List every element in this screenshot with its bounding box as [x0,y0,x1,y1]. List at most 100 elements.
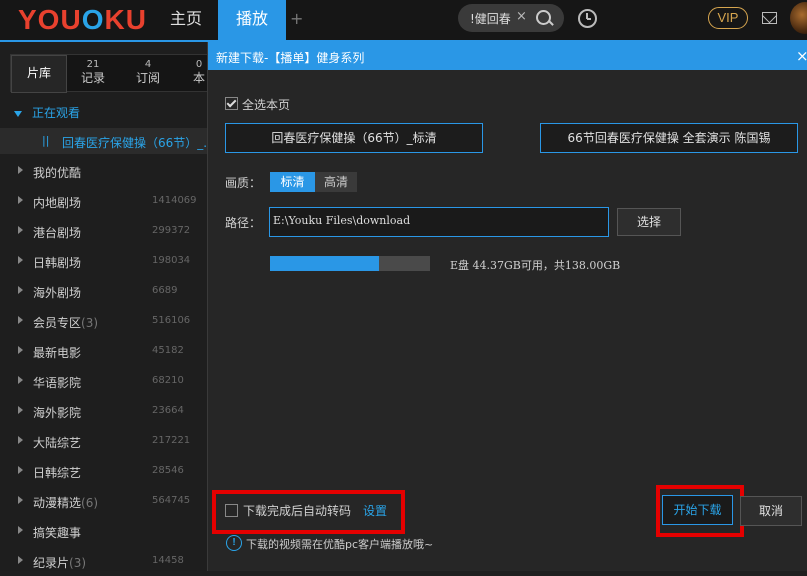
category-name: 纪录片 [33,556,70,570]
category-name: 内地剧场 [33,196,82,210]
sidebar-category[interactable]: 华语影院 68210 [0,366,207,396]
category-name: 海外剧场 [33,286,82,300]
category-name: 海外影院 [33,406,82,420]
category-name: 最新电影 [33,346,82,360]
quality-sd-option[interactable]: 标清 [270,172,315,192]
now-watching-item[interactable]: || 回春医疗保健操（66节）_... [0,128,215,154]
category-label: 日韩剧场 [33,254,81,271]
chevron-right-icon [18,226,23,234]
nav-play-tab[interactable]: 播放 [218,0,286,40]
tab-subscriptions[interactable]: 4 订阅 [123,55,173,91]
tab-library-label: 片库 [26,66,51,80]
chevron-right-icon [18,256,23,264]
chevron-right-icon [18,436,23,444]
sidebar-category[interactable]: 港台剧场 299372 [0,216,207,246]
category-total: 299372 [152,225,191,236]
avatar[interactable] [790,2,807,34]
category-name: 华语影院 [33,376,82,390]
sidebar-category[interactable]: 我的优酷 [0,156,207,186]
tab-history-count: 21 [86,59,100,70]
category-total: 23664 [152,405,184,416]
chevron-right-icon [18,316,23,324]
history-clock-icon[interactable] [578,9,597,28]
disk-usage-fill [270,256,379,271]
category-label: 搞笑趣事 [33,524,81,541]
nav-home-tab[interactable]: 主页 [156,0,216,40]
category-total: 217221 [152,435,191,446]
chevron-right-icon [18,526,23,534]
mail-icon[interactable] [762,12,777,24]
category-total: 14458 [152,555,184,566]
sidebar-category[interactable]: 搞笑趣事 [0,516,207,546]
chevron-right-icon [18,496,23,504]
sidebar-tabs: 片库 21 记录 4 订阅 0本 [10,54,212,93]
now-watching-title: 回春医疗保健操（66节）_... [62,136,215,150]
category-name: 港台剧场 [33,226,82,240]
tab-history[interactable]: 21 记录 [69,55,117,91]
start-download-button[interactable]: 开始下载 [662,495,733,525]
close-icon[interactable]: × [796,47,807,65]
category-total: 198034 [152,255,191,266]
dialog-title: 新建下载-【播单】健身系列 [216,51,365,65]
cancel-button[interactable]: 取消 [740,496,802,526]
sidebar-category[interactable]: 动漫精选(6) 564745 [0,486,207,516]
video-item-2[interactable]: 66节回春医疗保健操 全套演示 陈国锡 [540,123,798,153]
auto-convert-checkbox[interactable] [225,504,238,517]
vip-button[interactable]: VIP [708,7,748,29]
category-label: 动漫精选(6) [33,494,98,511]
clear-search-icon[interactable]: × [516,9,527,24]
search-box[interactable]: !健回春 × [458,4,564,32]
tab-subscriptions-label: 订阅 [135,71,160,85]
sidebar-category[interactable]: 纪录片(3) 14458 [0,546,207,576]
sidebar-category[interactable]: 最新电影 45182 [0,336,207,366]
search-input[interactable]: !健回春 [470,10,511,27]
chevron-right-icon [18,166,23,174]
category-name: 动漫精选 [33,496,82,510]
choose-path-button[interactable]: 选择 [617,208,681,236]
settings-link[interactable]: 设置 [363,502,387,519]
category-label: 我的优酷 [33,164,81,181]
download-path-value: E:\Youku Files\download [273,214,411,227]
info-text: 下载的视频需在优酷pc客户端播放哦~ [246,538,434,551]
now-watching-header[interactable]: 正在观看 [14,104,80,121]
category-label: 海外影院 [33,404,81,421]
sidebar-category[interactable]: 海外影院 23664 [0,396,207,426]
category-total: 6689 [152,285,178,296]
category-name: 日韩综艺 [33,466,82,480]
category-new-count: (3) [81,316,99,330]
category-label: 最新电影 [33,344,81,361]
category-total: 28546 [152,465,184,476]
video-item-1[interactable]: 回春医疗保健操（66节）_标清 [225,123,483,153]
category-new-count: (3) [69,556,87,570]
sidebar-category[interactable]: 会员专区(3) 516106 [0,306,207,336]
quality-hd-option[interactable]: 高清 [315,172,357,192]
category-name: 大陆综艺 [33,436,82,450]
info-icon: ! [226,535,242,551]
select-all-checkbox[interactable] [225,97,238,110]
tab-library[interactable]: 片库 [11,55,67,93]
disk-space-text: E盘 44.37GB可用，共138.00GB [450,259,621,272]
category-name: 我的优酷 [33,166,82,180]
top-bar: YOUOKU 主页 播放 + !健回春 × VIP [0,0,807,40]
now-watching-label: 正在观看 [32,106,81,120]
category-name: 日韩剧场 [33,256,82,270]
auto-convert-label[interactable]: 下载完成后自动转码 [243,502,351,519]
search-icon[interactable] [536,10,551,25]
sidebar-category[interactable]: 内地剧场 1414069 [0,186,207,216]
sidebar-category[interactable]: 日韩综艺 28546 [0,456,207,486]
download-path-input[interactable]: E:\Youku Files\download [269,207,609,237]
select-all-label[interactable]: 全选本页 [242,96,290,113]
chevron-right-icon [18,196,23,204]
dialog-title-bar: 新建下载-【播单】健身系列 × [208,42,807,70]
new-download-dialog: 新建下载-【播单】健身系列 × 全选本页 回春医疗保健操（66节）_标清 66节… [207,42,807,571]
sidebar-category[interactable]: 海外剧场 6689 [0,276,207,306]
logo-o: O [81,4,105,35]
path-label: 路径： [225,216,262,230]
chevron-right-icon [18,346,23,354]
tab-history-label: 记录 [80,71,105,85]
add-tab-button[interactable]: + [290,9,303,28]
sidebar-category[interactable]: 日韩剧场 198034 [0,246,207,276]
category-total: 68210 [152,375,184,386]
sidebar-category[interactable]: 大陆综艺 217221 [0,426,207,456]
youku-logo[interactable]: YOUOKU [18,4,147,36]
